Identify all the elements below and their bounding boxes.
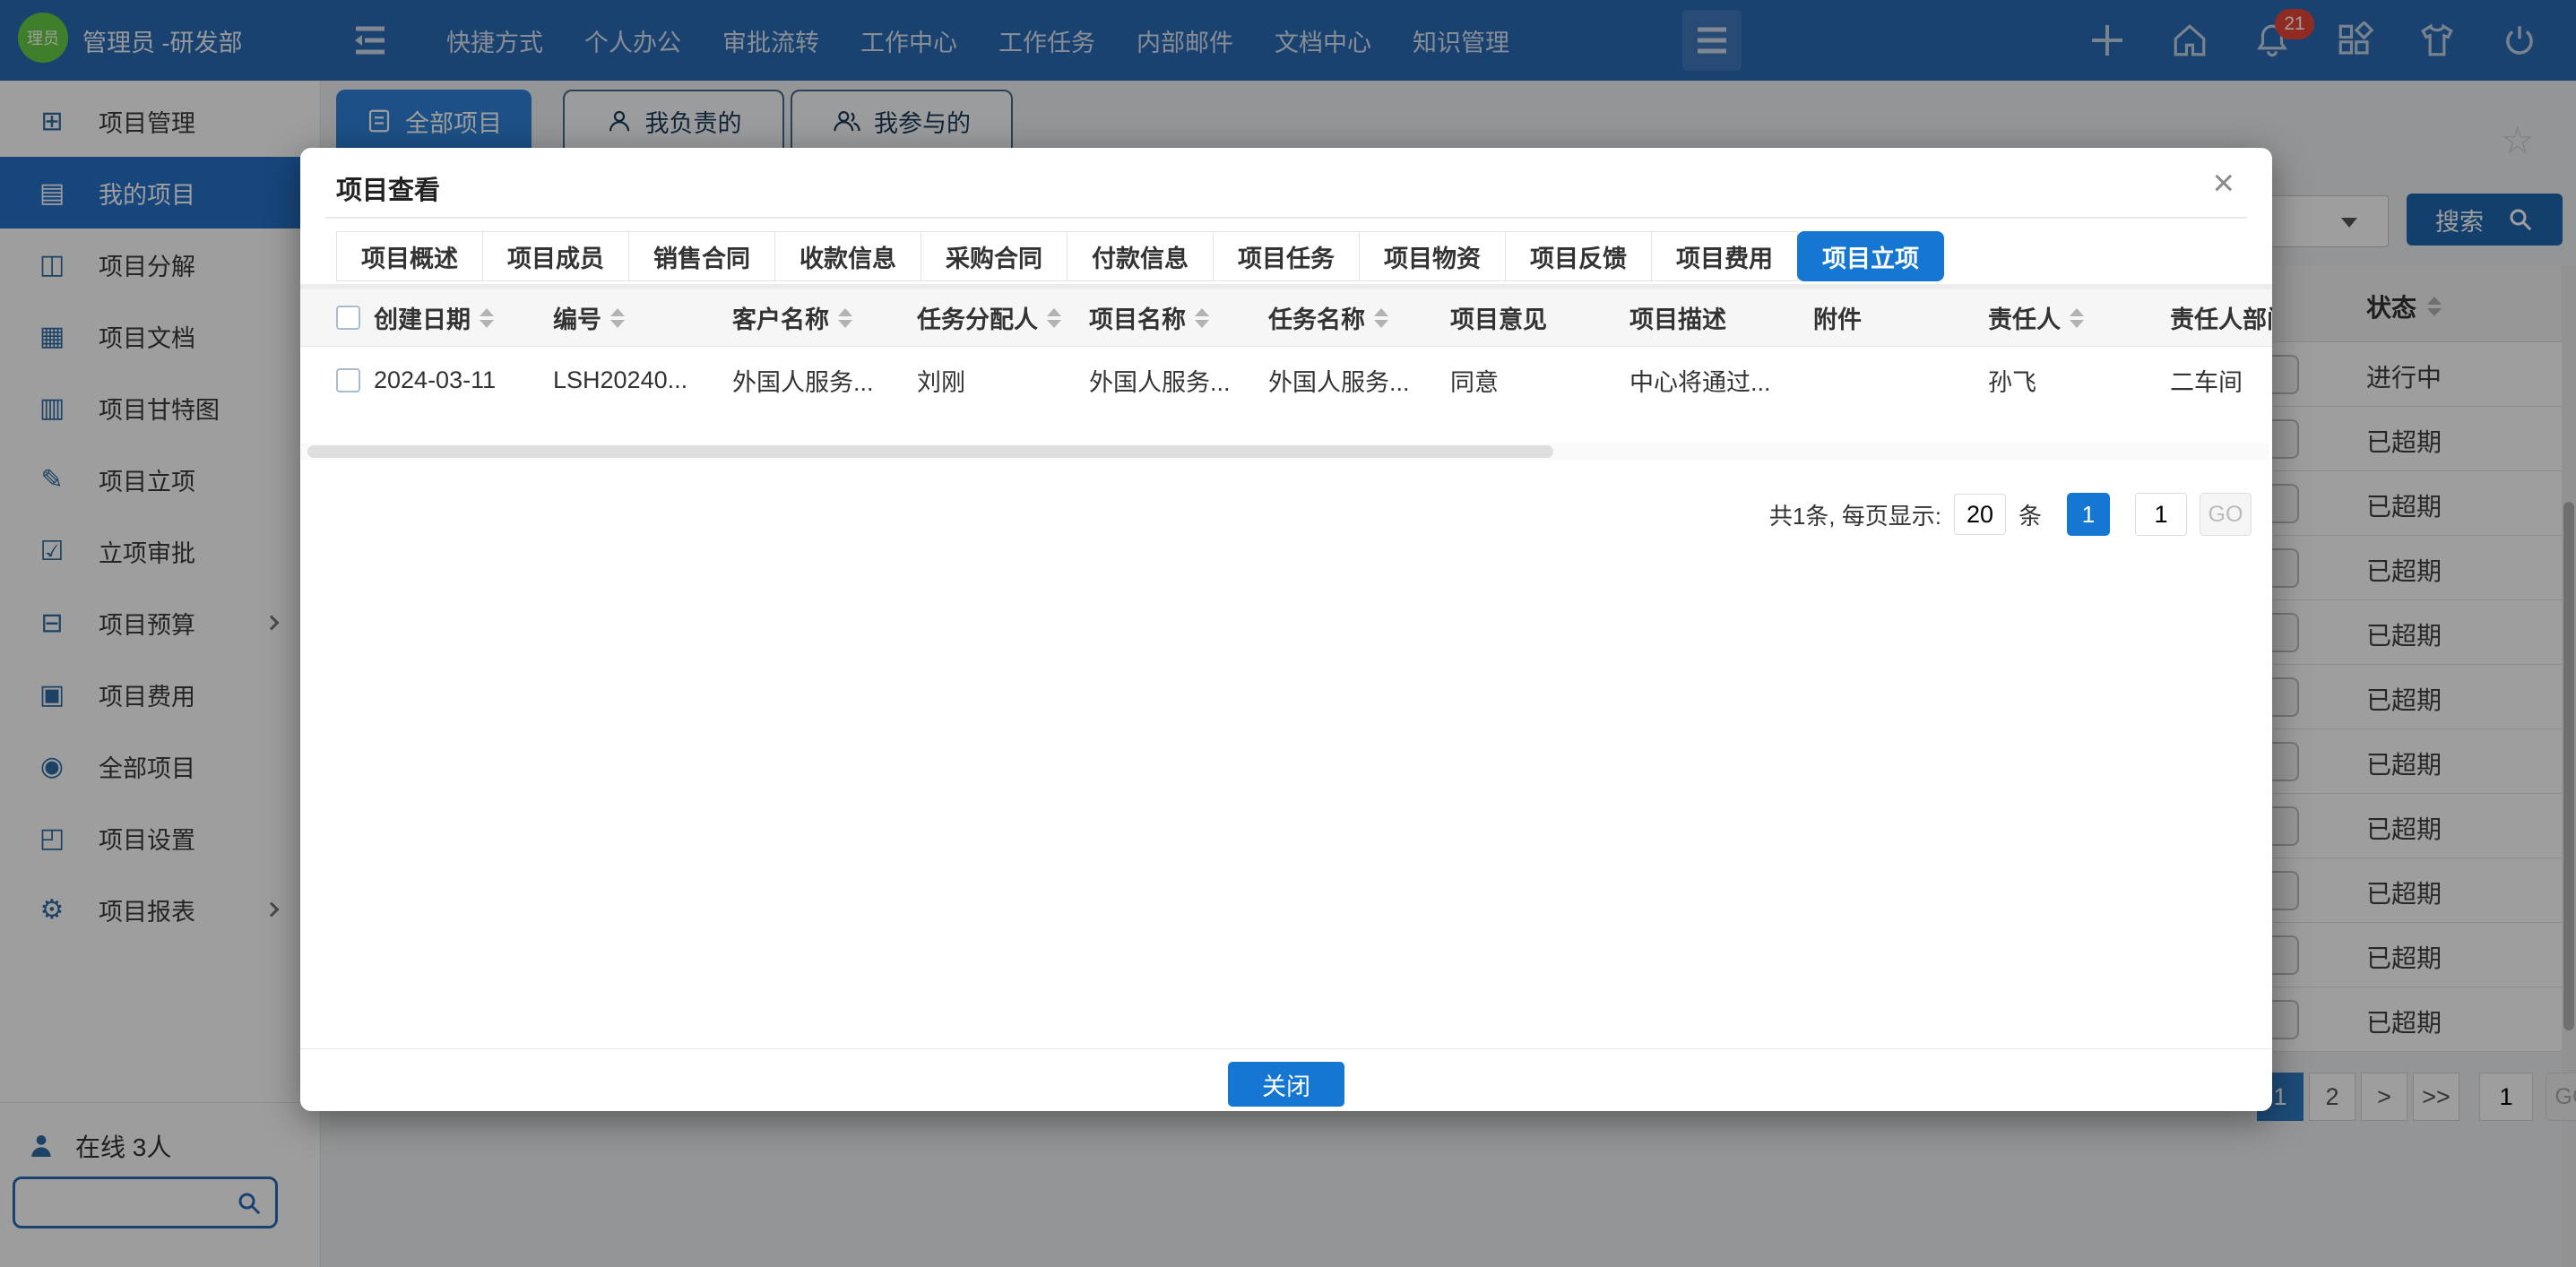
sort-icon[interactable] [2070, 307, 2084, 328]
cell-project-description: 中心将通过... [1629, 368, 1771, 396]
divider [325, 217, 2247, 219]
tab-project-initiation[interactable]: 项目立项 [1797, 231, 1944, 281]
cell-responsible-dept: 二车间 [2170, 368, 2243, 396]
cell-responsible-person: 孙飞 [1988, 368, 2036, 396]
modal-tabs: 项目概述 项目成员 销售合同 收款信息 采购合同 付款信息 项目任务 项目物资 … [336, 231, 1944, 281]
page-size-input[interactable] [1953, 494, 2006, 535]
cell-customer-name: 外国人服务... [732, 368, 874, 396]
close-icon[interactable]: × [2212, 164, 2235, 202]
go-button[interactable]: GO [2200, 493, 2252, 536]
tab-project-feedback[interactable]: 项目反馈 [1505, 231, 1652, 281]
cell-project-opinion: 同意 [1450, 368, 1499, 396]
horizontal-scrollbar[interactable] [300, 444, 2269, 460]
cell-project-name: 外国人服务... [1089, 368, 1231, 396]
modal-title: 项目查看 [336, 177, 441, 205]
tab-receipt-info[interactable]: 收款信息 [774, 231, 921, 281]
modal-table-row[interactable]: 2024-03-11 LSH20240... 外国人服务... 刘刚 外国人服务… [300, 347, 2272, 413]
sort-icon[interactable] [1047, 307, 1061, 328]
cell-task-name: 外国人服务... [1268, 368, 1410, 396]
sort-icon[interactable] [1195, 307, 1209, 328]
sort-icon[interactable] [1374, 307, 1388, 328]
pagination-summary: 共1条, 每页显示: [1768, 502, 1941, 530]
tab-payment-info[interactable]: 付款信息 [1067, 231, 1214, 281]
tab-project-expense[interactable]: 项目费用 [1651, 231, 1798, 281]
tab-project-tasks[interactable]: 项目任务 [1213, 231, 1360, 281]
tab-purchase-contract[interactable]: 采购合同 [921, 231, 1068, 281]
cell-number: LSH20240... [553, 366, 688, 393]
scrollbar-thumb[interactable] [307, 445, 1553, 458]
cell-create-date: 2024-03-11 [374, 366, 497, 393]
select-all-checkbox[interactable] [336, 306, 360, 330]
sort-icon[interactable] [610, 307, 625, 328]
modal-table-header: 创建日期 编号 客户名称 任务分配人 项目名称 任务名称 项目意见 项目描述 附… [300, 289, 2272, 347]
sort-icon[interactable] [480, 307, 494, 328]
tab-project-members[interactable]: 项目成员 [482, 231, 629, 281]
page-size-unit: 条 [2018, 502, 2042, 530]
page-button-1[interactable]: 1 [2067, 493, 2110, 536]
row-checkbox[interactable] [336, 367, 360, 392]
page-jump-input[interactable] [2135, 493, 2187, 536]
cell-task-assigner: 刘刚 [917, 368, 965, 396]
tab-sales-contract[interactable]: 销售合同 [628, 231, 775, 281]
divider [300, 1048, 2272, 1049]
sort-icon[interactable] [838, 307, 852, 328]
project-view-modal: 项目查看 × 项目概述 项目成员 销售合同 收款信息 采购合同 付款信息 项目任… [300, 148, 2272, 1111]
tab-project-materials[interactable]: 项目物资 [1359, 231, 1506, 281]
modal-pagination: 共1条, 每页显示: 条 1 GO [1769, 493, 2252, 536]
tab-project-overview[interactable]: 项目概述 [336, 231, 483, 281]
close-button[interactable]: 关闭 [1228, 1062, 1344, 1107]
